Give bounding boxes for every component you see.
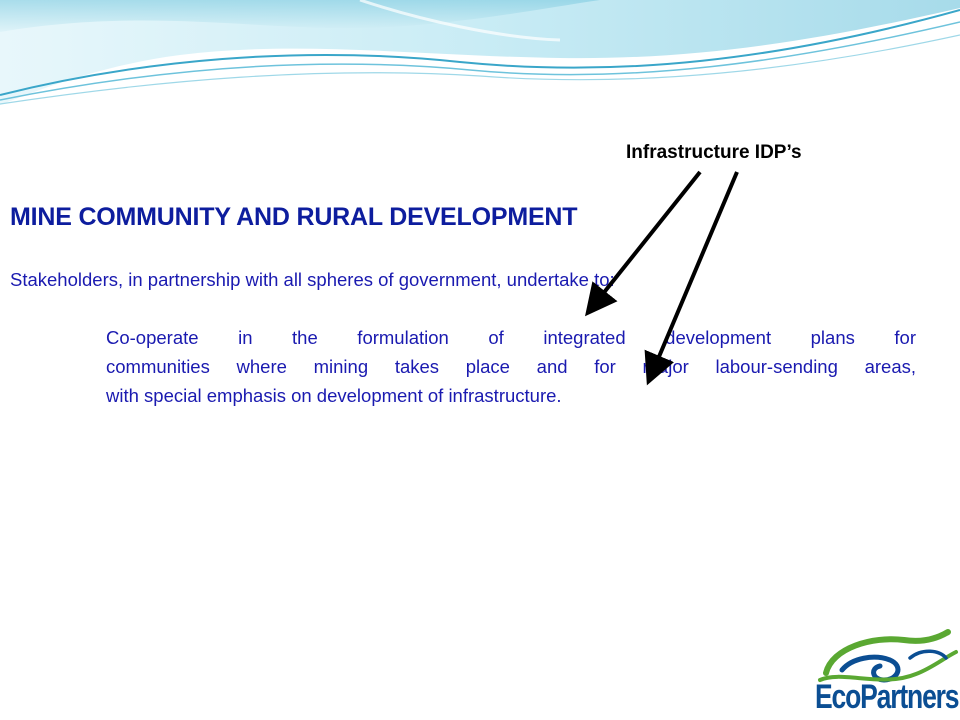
callout-label: Infrastructure IDP’s bbox=[626, 142, 802, 163]
intro-text: Stakeholders, in partnership with all sp… bbox=[10, 269, 615, 290]
commitment-paragraph: Co-operate in the formulation of integra… bbox=[106, 323, 916, 410]
paragraph-line-2: communities where mining takes place and… bbox=[106, 356, 916, 377]
header-wave-decoration bbox=[0, 0, 960, 105]
paragraph-line-3: with special emphasis on development of … bbox=[106, 385, 562, 406]
section-heading: MINE COMMUNITY AND RURAL DEVELOPMENT bbox=[10, 203, 578, 231]
logo-wordmark: EcoPartners bbox=[815, 678, 960, 716]
paragraph-line-1: Co-operate in the formulation of integra… bbox=[106, 327, 916, 348]
